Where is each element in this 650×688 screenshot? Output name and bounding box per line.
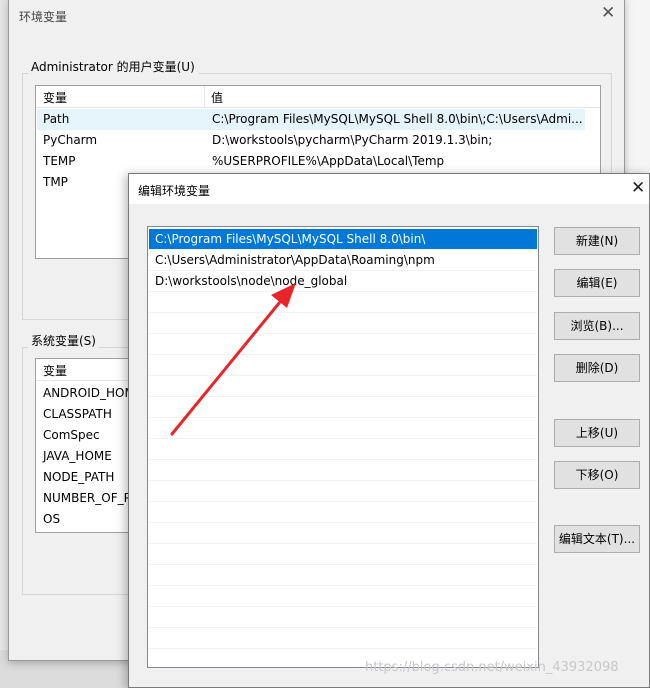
edit-env-variable-dialog: 编辑环境变量 ✕ C:\Program Files\MySQL\MySQL Sh… (128, 173, 650, 688)
empty-row (149, 292, 537, 313)
var-value: %USERPROFILE%\AppData\Local\Temp (212, 154, 445, 168)
empty-row (149, 481, 537, 502)
var-name: ANDROID_HOM (43, 386, 135, 400)
table-row[interactable]: PyCharm D:\workstools\pycharm\PyCharm 20… (37, 130, 585, 151)
dialog-titlebar[interactable]: 编辑环境变量 ✕ (129, 174, 649, 204)
column-header-value[interactable]: 值 (211, 89, 223, 106)
user-variables-label: Administrator 的用户变量(U) (28, 58, 198, 75)
empty-row (149, 355, 537, 376)
empty-row (149, 418, 537, 439)
path-entries-list[interactable]: C:\Program Files\MySQL\MySQL Shell 8.0\b… (147, 226, 539, 668)
var-name: NODE_PATH (43, 470, 115, 484)
list-header: 变量 值 (36, 86, 600, 108)
var-name: OS (43, 512, 61, 526)
empty-row (149, 334, 537, 355)
list-item[interactable]: D:\workstools\node\node_global (149, 271, 537, 292)
empty-row (149, 628, 537, 649)
empty-row (149, 460, 537, 481)
var-value: C:\Program Files\MySQL\MySQL Shell 8.0\b… (212, 112, 583, 126)
var-name: Path (43, 112, 70, 126)
close-icon[interactable]: ✕ (631, 180, 645, 197)
empty-row (149, 502, 537, 523)
empty-row (149, 565, 537, 586)
edit-text-button[interactable]: 编辑文本(T)... (554, 525, 640, 553)
dialog-title: 编辑环境变量 (138, 184, 211, 198)
system-variables-label: 系统变量(S) (28, 332, 99, 349)
empty-row (149, 523, 537, 544)
close-icon[interactable]: ✕ (601, 5, 615, 22)
empty-row (149, 397, 537, 418)
table-row[interactable]: Path C:\Program Files\MySQL\MySQL Shell … (37, 109, 585, 130)
var-name: ComSpec (43, 428, 100, 442)
new-button[interactable]: 新建(N) (554, 227, 640, 255)
browse-button[interactable]: 浏览(B)... (554, 312, 640, 340)
var-name: CLASSPATH (43, 407, 112, 421)
empty-row (149, 439, 537, 460)
path-entry-text: D:\workstools\node\node_global (155, 274, 348, 288)
var-value: D:\workstools\pycharm\PyCharm 2019.1.3\b… (212, 133, 493, 147)
delete-button[interactable]: 删除(D) (554, 354, 640, 382)
watermark-text: https://blog.csdn.net/weixin_43932098 (365, 660, 619, 675)
list-item[interactable]: C:\Users\Administrator\AppData\Roaming\n… (149, 250, 537, 271)
empty-row (149, 376, 537, 397)
empty-row (149, 544, 537, 565)
list-item[interactable]: C:\Program Files\MySQL\MySQL Shell 8.0\b… (149, 229, 537, 250)
table-row[interactable]: TEMP %USERPROFILE%\AppData\Local\Temp (37, 151, 585, 172)
var-name: PyCharm (43, 133, 98, 147)
var-name: TMP (43, 175, 68, 189)
empty-row (149, 607, 537, 628)
move-up-button[interactable]: 上移(U) (554, 419, 640, 447)
column-header-name[interactable]: 变量 (43, 362, 67, 379)
move-down-button[interactable]: 下移(O) (554, 461, 640, 489)
column-header-name[interactable]: 变量 (43, 89, 67, 106)
env-window-title: 环境变量 (19, 10, 68, 24)
var-name: TEMP (43, 154, 76, 168)
empty-row (149, 313, 537, 334)
path-entry-text: C:\Program Files\MySQL\MySQL Shell 8.0\b… (155, 232, 426, 246)
var-name: JAVA_HOME (43, 449, 112, 463)
var-name: NUMBER_OF_P (43, 491, 131, 505)
edit-button[interactable]: 编辑(E) (554, 269, 640, 297)
path-entry-text: C:\Users\Administrator\AppData\Roaming\n… (155, 253, 435, 267)
empty-row (149, 586, 537, 607)
column-divider[interactable] (204, 86, 205, 108)
